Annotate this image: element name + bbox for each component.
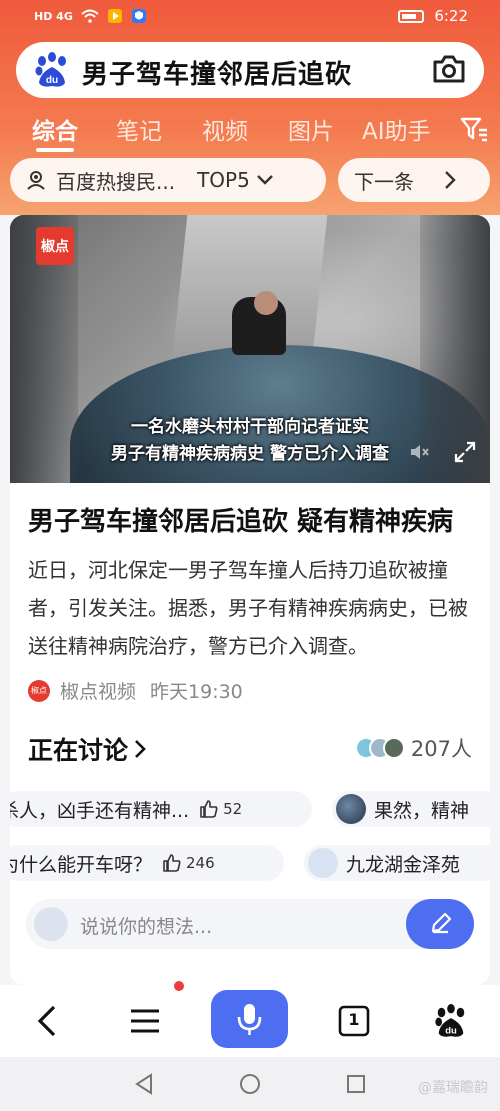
- shield-notification-icon: [131, 9, 146, 23]
- system-home-icon[interactable]: [239, 1073, 261, 1095]
- comment-bubble[interactable]: 杀人，凶手还有精神... 52: [10, 791, 312, 827]
- tab-images[interactable]: 图片: [288, 112, 334, 146]
- system-navigation-bar: @嘉瑞瞻韵: [0, 1057, 500, 1111]
- chevron-down-icon: [256, 175, 273, 185]
- battery-icon: [398, 9, 425, 23]
- system-recents-icon[interactable]: [345, 1073, 367, 1095]
- mute-icon[interactable]: [408, 441, 430, 463]
- microphone-icon: [237, 1004, 262, 1035]
- comment-text: 为什么能开车呀？: [10, 853, 153, 876]
- thumbs-up-icon[interactable]: [199, 799, 219, 819]
- tabs-button[interactable]: 1: [336, 1003, 372, 1039]
- active-tab-indicator: [36, 148, 74, 152]
- status-bar: HD 4G 6:22: [0, 0, 500, 34]
- clock: 6:22: [434, 7, 468, 25]
- comment-text: 果然，精神: [374, 799, 470, 822]
- tab-comprehensive[interactable]: 综合: [32, 112, 78, 146]
- hot-search-pill[interactable]: 百度热搜民... TOP5: [10, 158, 326, 202]
- participants-count: 207人: [354, 733, 472, 763]
- like-count: 52: [223, 800, 243, 818]
- video-caption-line1: 一名水磨头村村干部向记者证实: [131, 417, 369, 437]
- search-bar[interactable]: du 男子驾车撞邻居后追砍: [16, 42, 484, 98]
- avatar: [382, 737, 405, 759]
- comment-bubble[interactable]: 九龙湖金泽苑: [304, 845, 490, 881]
- publish-time: 昨天19:30: [150, 681, 243, 703]
- play-notification-icon: [107, 9, 122, 23]
- voice-search-button[interactable]: [211, 990, 288, 1048]
- notification-dot: [174, 981, 184, 991]
- article-summary: 近日，河北保定一男子驾车撞人后持刀追砍被撞者，引发关注。据悉，男子有精神疾病病史…: [28, 558, 468, 658]
- watermark: @嘉瑞瞻韵: [418, 1080, 488, 1096]
- thumbs-up-icon[interactable]: [162, 853, 182, 873]
- search-tabs: 综合 笔记 视频 图片 AI助手: [0, 108, 500, 152]
- menu-icon[interactable]: [127, 1003, 163, 1039]
- svg-text:du: du: [46, 75, 58, 86]
- article-source[interactable]: 椒点 椒点视频 昨天19:30: [28, 677, 243, 704]
- tabs-count: 1: [348, 1010, 360, 1029]
- svg-text:du: du: [445, 1025, 457, 1036]
- discussion-header[interactable]: 正在讨论: [28, 731, 146, 767]
- back-icon[interactable]: [30, 1003, 66, 1039]
- result-card[interactable]: 椒点 一名水磨头村村干部向记者证实 男子有精神疾病病史 警方已介入调查 男子驾车…: [10, 215, 490, 985]
- write-comment-button[interactable]: [406, 899, 474, 949]
- video-player[interactable]: 椒点 一名水磨头村村干部向记者证实 男子有精神疾病病史 警方已介入调查: [10, 215, 490, 483]
- fullscreen-icon[interactable]: [454, 441, 476, 463]
- wifi-icon: [81, 9, 99, 23]
- user-avatar: [34, 907, 68, 941]
- hot-search-rank: TOP5: [197, 168, 250, 192]
- discussion-title: 正在讨论: [28, 736, 129, 765]
- baidu-paw-icon: du: [35, 52, 66, 87]
- source-logo-badge: 椒点: [36, 227, 74, 265]
- like-count: 246: [186, 854, 215, 872]
- comment-text: 杀人，凶手还有精神...: [10, 799, 190, 822]
- source-logo: 椒点: [28, 679, 50, 702]
- next-item-label: 下一条: [354, 169, 414, 194]
- hot-search-label: 百度热搜民...: [56, 169, 176, 194]
- filter-icon[interactable]: [460, 116, 488, 142]
- comment-input[interactable]: 说说你的想法...: [26, 899, 474, 949]
- article-title[interactable]: 男子驾车撞邻居后追砍 疑有精神疾病: [28, 501, 478, 538]
- system-back-icon[interactable]: [133, 1073, 155, 1095]
- chevron-right-icon: [135, 740, 146, 758]
- comment-placeholder: 说说你的想法...: [80, 916, 213, 938]
- avatar: [308, 848, 338, 878]
- bottom-navigation: 1 du: [0, 981, 500, 1057]
- comment-text: 九龙湖金泽苑: [346, 853, 461, 876]
- next-item-button[interactable]: 下一条: [338, 158, 490, 202]
- baidu-home-icon[interactable]: du: [433, 1003, 469, 1039]
- network-indicator: HD 4G: [34, 9, 73, 23]
- comment-bubble[interactable]: 果然，精神: [332, 791, 490, 827]
- hot-search-icon: [27, 171, 45, 190]
- source-name: 椒点视频: [60, 681, 137, 703]
- participants-label: 207人: [410, 737, 472, 761]
- pencil-icon: [431, 912, 452, 934]
- search-input[interactable]: 男子驾车撞邻居后追砍: [82, 54, 352, 91]
- video-person-head: [254, 291, 278, 315]
- tab-ai-assistant[interactable]: AI助手: [362, 112, 431, 146]
- comment-bubble[interactable]: 为什么能开车呀？ 246: [10, 845, 284, 881]
- participant-avatars: [354, 737, 405, 759]
- chevron-right-icon: [445, 171, 456, 189]
- tab-videos[interactable]: 视频: [202, 112, 248, 146]
- camera-icon[interactable]: [432, 54, 466, 84]
- avatar: [336, 794, 366, 824]
- tab-notes[interactable]: 笔记: [116, 112, 162, 146]
